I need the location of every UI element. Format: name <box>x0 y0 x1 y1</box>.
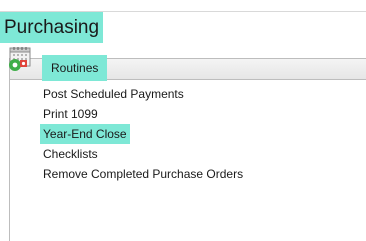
routines-header-label: Routines <box>42 55 108 81</box>
list-item[interactable]: Post Scheduled Payments <box>43 84 243 104</box>
routine-remove-completed-purchase-orders-link[interactable]: Remove Completed Purchase Orders <box>43 164 243 184</box>
routine-post-scheduled-payments-link[interactable]: Post Scheduled Payments <box>43 84 243 104</box>
page-title: Purchasing <box>0 12 104 43</box>
calendar-gear-icon <box>7 46 33 72</box>
list-item[interactable]: Checklists <box>43 144 243 164</box>
routine-print-1099-link[interactable]: Print 1099 <box>43 104 243 124</box>
routine-year-end-close-link[interactable]: Year-End Close <box>40 124 130 144</box>
list-item[interactable]: Print 1099 <box>43 104 243 124</box>
routine-checklists-link[interactable]: Checklists <box>43 144 243 164</box>
routines-list: Post Scheduled Payments Print 1099 Year-… <box>40 84 243 184</box>
list-item[interactable]: Remove Completed Purchase Orders <box>43 164 243 184</box>
list-item[interactable]: Year-End Close <box>40 124 243 144</box>
